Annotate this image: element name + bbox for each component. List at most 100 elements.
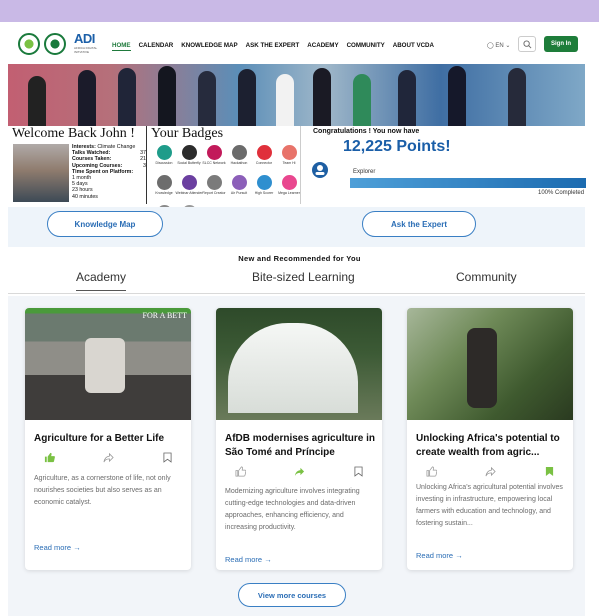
course-title[interactable]: AfDB modernises agriculture in São Tomé … <box>225 432 377 460</box>
adi-logo[interactable]: ADI AFRICA DIGITAL INITIATIVE <box>74 31 100 57</box>
thumbs-up-icon[interactable] <box>234 465 246 477</box>
badge-item[interactable]: Team Hi <box>277 143 301 172</box>
share-icon[interactable] <box>102 451 114 463</box>
badge-label: Mega Learner <box>278 191 300 195</box>
nav-about-vcda[interactable]: ABOUT VCDA <box>393 42 434 51</box>
chevron-down-icon: ⌄ <box>505 43 511 49</box>
badge-item[interactable]: Air Pursuit <box>227 173 251 202</box>
badge-item[interactable]: Webinar Attender <box>175 173 203 202</box>
badge-icon <box>231 145 247 160</box>
read-more-link[interactable]: Read more → <box>34 543 81 552</box>
thumbs-up-icon[interactable] <box>425 465 437 477</box>
course-card[interactable]: AfDB modernises agriculture in São Tomé … <box>216 308 382 570</box>
badge-item[interactable]: High Scorer <box>252 173 276 202</box>
badge-label: Team Hi <box>282 161 296 165</box>
badge-label: Hackathon <box>230 161 248 165</box>
course-image <box>407 308 573 420</box>
badge-label: Report Creator <box>202 191 226 195</box>
badge-label: Air Pursuit <box>230 191 248 195</box>
section-title: New and Recommended for You <box>238 254 361 263</box>
badge-item[interactable]: Discussion <box>152 143 176 172</box>
bookmark-icon[interactable] <box>352 465 364 477</box>
badge-icon <box>281 145 297 160</box>
share-icon[interactable] <box>484 465 496 477</box>
tab-community[interactable]: Community <box>456 270 517 284</box>
thumbs-up-icon[interactable] <box>43 451 55 463</box>
ask-the-expert-button[interactable]: Ask the Expert <box>362 211 476 237</box>
brand-subtitle: AFRICA DIGITAL INITIATIVE <box>74 46 98 54</box>
badge-item[interactable]: Social Butterfly <box>177 143 201 172</box>
points-value: 12,225 Points! <box>343 138 451 155</box>
course-card[interactable]: FOR A BETT Agriculture for a Better Life… <box>25 308 191 570</box>
bookmark-icon[interactable] <box>161 451 173 463</box>
language-selector[interactable]: ◯ EN ⌄ <box>487 42 510 49</box>
image-overlay-text: FOR A BETT <box>142 311 187 320</box>
badge-label: Webinar Attender <box>175 191 203 195</box>
user-avatar[interactable] <box>13 144 69 202</box>
knowledge-map-button[interactable]: Knowledge Map <box>47 211 163 237</box>
share-icon[interactable] <box>293 465 305 477</box>
search-icon <box>522 39 531 48</box>
badge-item[interactable]: Connector <box>252 143 276 172</box>
course-image: FOR A BETT <box>25 308 191 420</box>
card-actions <box>43 451 173 463</box>
nav-knowledge-map[interactable]: KNOWLEDGE MAP <box>181 42 237 51</box>
badge-icon <box>231 175 247 190</box>
badge-item[interactable]: SLCC Network <box>202 143 226 172</box>
course-description: Unlocking Africa's agricultural potentia… <box>416 484 563 527</box>
badge-label: Connector <box>255 161 273 165</box>
welcome-title: Welcome Back John ! <box>12 126 135 141</box>
badge-item[interactable]: Report Creator <box>202 173 226 202</box>
badge-label: High Scorer <box>254 191 274 195</box>
badges-panel: Your Badges Discussion Social Butterfly SL… <box>148 126 301 225</box>
read-more-label: Read more <box>416 551 454 560</box>
read-more-link[interactable]: Read more → <box>416 551 463 560</box>
language-label: EN <box>495 43 504 49</box>
nav-home[interactable]: HOME <box>112 42 131 51</box>
bookmark-icon[interactable] <box>543 465 555 477</box>
top-strip <box>0 0 599 22</box>
course-description: Agriculture, as a cornerstone of life, n… <box>34 475 171 506</box>
badge-label: SLCC Network <box>202 161 226 165</box>
view-more-courses-button[interactable]: View more courses <box>238 583 346 607</box>
nav-ask-the-expert[interactable]: ASK THE EXPERT <box>246 42 300 51</box>
progress-fill <box>350 178 586 188</box>
badge-icon <box>181 175 197 190</box>
badge-icon <box>281 175 297 190</box>
read-more-link[interactable]: Read more → <box>225 555 272 564</box>
badge-label: Knowledge <box>155 191 173 195</box>
badge-item[interactable]: Mega Learner <box>277 173 301 202</box>
globe-icon: ◯ <box>487 43 494 49</box>
user-stats: Interests: Climate Change Talks Watched:… <box>72 144 146 200</box>
rank-label: Explorer <box>353 169 376 175</box>
congrats-text: Congratulations ! You now have <box>313 128 420 135</box>
nav-community[interactable]: COMMUNITY <box>347 42 385 51</box>
afdb-logo-icon[interactable] <box>18 33 40 55</box>
badge-item[interactable]: Hackathon <box>227 143 251 172</box>
partner-logo-icon[interactable] <box>44 33 66 55</box>
course-card[interactable]: Unlocking Africa's potential to create w… <box>407 308 573 570</box>
badge-icon <box>256 175 272 190</box>
course-description: Modernizing agriculture involves integra… <box>225 488 360 531</box>
card-actions <box>234 465 364 477</box>
course-image <box>216 308 382 420</box>
brand-name: ADI <box>74 31 95 46</box>
badge-icon <box>206 175 222 190</box>
badge-icon <box>181 145 197 160</box>
tab-academy[interactable]: Academy <box>76 270 127 291</box>
course-title[interactable]: Agriculture for a Better Life <box>34 432 186 446</box>
rank-icon <box>312 162 328 178</box>
sign-in-button[interactable]: Sign In <box>544 36 578 52</box>
course-title[interactable]: Unlocking Africa's potential to create w… <box>416 432 568 460</box>
search-button[interactable] <box>518 36 536 52</box>
read-more-label: Read more <box>225 555 263 564</box>
time-spent-minutes: 40 minutes <box>72 193 98 200</box>
time-spent-label: Time Spent on Platform: <box>72 168 134 175</box>
badges-title: Your Badges <box>151 126 224 141</box>
tab-bite-sized-learning[interactable]: Bite-sized Learning <box>252 270 355 284</box>
nav-calendar[interactable]: CALENDAR <box>139 42 174 51</box>
badge-icon <box>206 145 222 160</box>
nav-academy[interactable]: ACADEMY <box>307 42 338 51</box>
badge-item[interactable]: Knowledge <box>152 173 176 202</box>
arrow-right-icon: → <box>455 551 463 560</box>
